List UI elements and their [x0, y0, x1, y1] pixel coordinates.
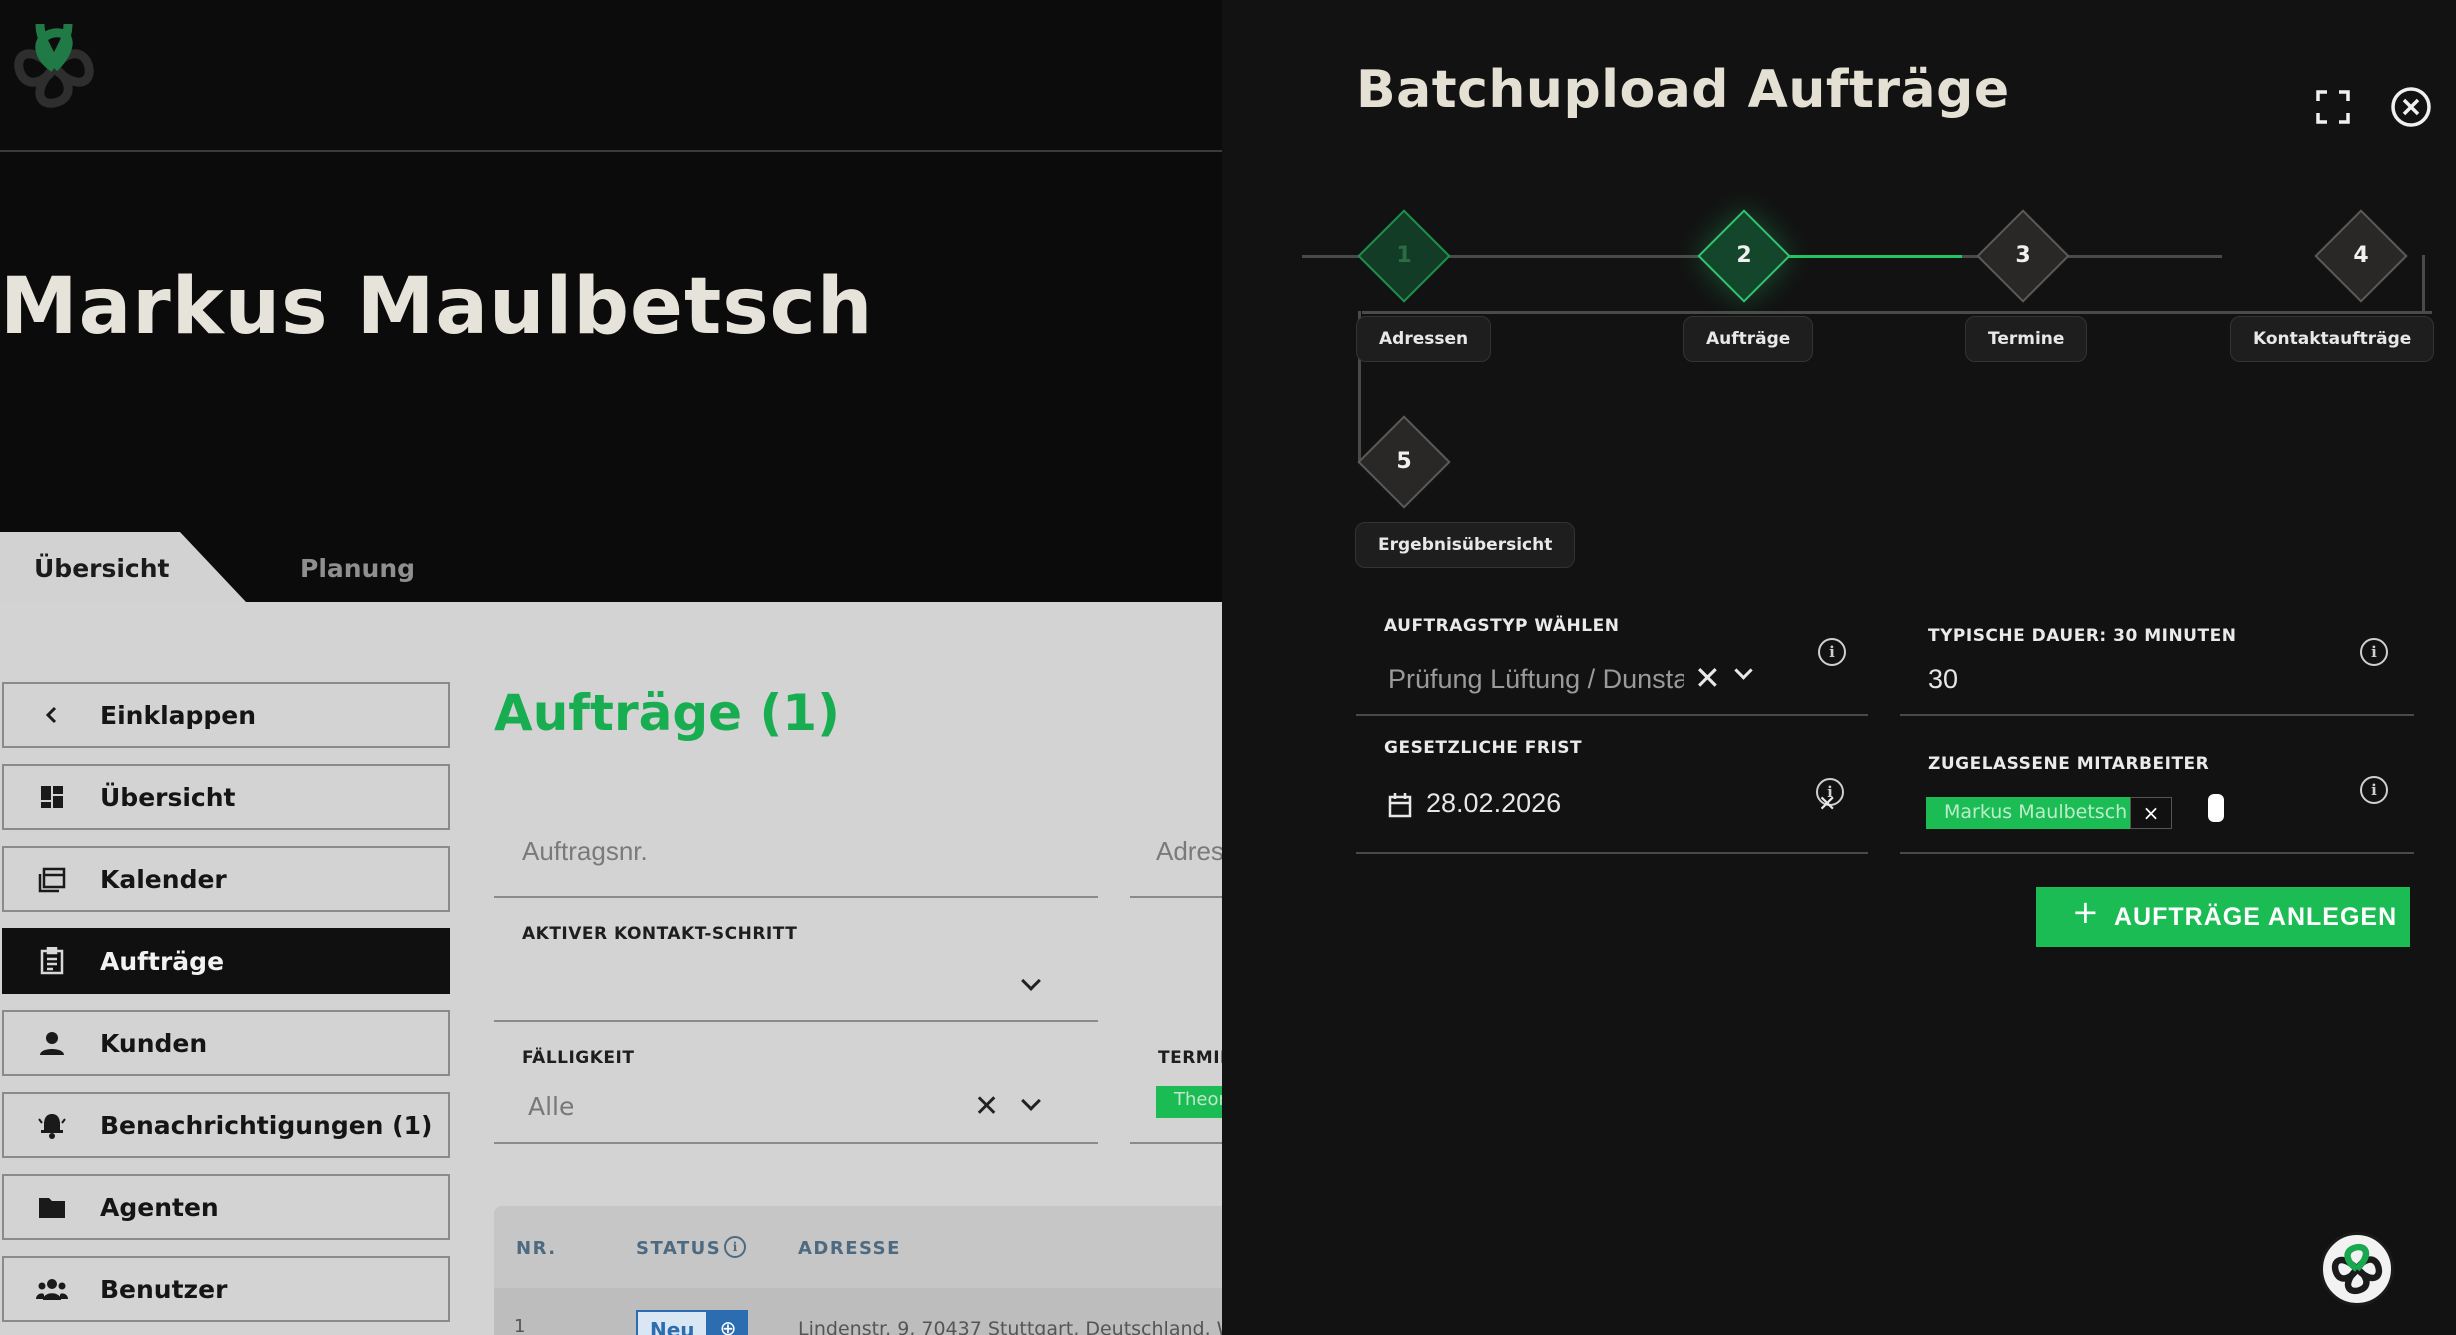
- brand-logo-icon: [14, 23, 94, 108]
- order-type-select[interactable]: AUFTRAGSTYP WÄHLEN Prüfung Lüftung / Dun…: [1356, 600, 1868, 716]
- sidebar-item-label: Benutzer: [100, 1274, 228, 1304]
- column-header-status[interactable]: STATUS: [636, 1238, 721, 1259]
- duration-input[interactable]: TYPISCHE DAUER: 30 MINUTEN 30 i: [1900, 600, 2414, 716]
- column-header-address[interactable]: ADRESSE: [798, 1238, 901, 1259]
- profile-hero: Markus Maulbetsch Übersicht Planung: [0, 152, 1222, 602]
- person-icon: [4, 1030, 100, 1056]
- app-header: [0, 0, 1222, 152]
- tab-planning[interactable]: Planung: [300, 554, 415, 583]
- sidebar-item-overview[interactable]: Übersicht: [2, 764, 450, 830]
- sidebar-item-label: Agenten: [100, 1192, 219, 1222]
- step-2-number: 2: [1736, 243, 1752, 268]
- order-type-label: AUFTRAGSTYP WÄHLEN: [1384, 616, 1620, 636]
- fullscreen-icon[interactable]: [2316, 90, 2350, 124]
- info-icon[interactable]: i: [724, 1236, 746, 1258]
- address-placeholder: Adres: [1156, 836, 1222, 866]
- step-connector-return: [1362, 311, 2432, 314]
- clear-icon[interactable]: ✕: [1818, 794, 1836, 816]
- step-1-label[interactable]: Adressen: [1356, 316, 1492, 362]
- order-number-input[interactable]: Auftragsnr.: [494, 790, 1098, 898]
- batch-upload-panel: Batchupload Aufträge 1 Adressen 2 Aufträ…: [1222, 0, 2456, 1335]
- clear-icon[interactable]: ✕: [974, 1092, 999, 1122]
- sidebar-item-agents[interactable]: Agenten: [2, 1174, 450, 1240]
- step-connector-active: [1782, 255, 1962, 258]
- orders-table: NR. STATUS i ADRESSE 1 Neu ⊕ Lindenstr. …: [494, 1206, 1222, 1335]
- clipboard-icon: [4, 947, 100, 975]
- step-4-label[interactable]: Kontaktaufträge: [2230, 316, 2435, 362]
- sidebar-item-label: Einklappen: [100, 700, 257, 730]
- sidebar-item-label: Kalender: [100, 864, 227, 894]
- calendar-icon: [4, 865, 100, 893]
- due-select[interactable]: FÄLLIGKEIT Alle ✕: [494, 1042, 1098, 1144]
- appointment-chip[interactable]: Theor: [1156, 1086, 1222, 1118]
- dashboard-icon: [4, 784, 100, 810]
- sidebar-item-collapse[interactable]: Einklappen: [2, 682, 450, 748]
- chevron-left-icon: [4, 704, 100, 726]
- deadline-label: GESETZLICHE FRIST: [1384, 738, 1583, 758]
- brand-logo-icon[interactable]: [2320, 1232, 2394, 1306]
- sidebar-item-orders[interactable]: Aufträge: [2, 928, 450, 994]
- sidebar-item-label: Benachrichtigungen (1): [100, 1110, 433, 1140]
- sidebar-item-calendar[interactable]: Kalender: [2, 846, 450, 912]
- employees-label: ZUGELASSENE MITARBEITER: [1928, 754, 2210, 774]
- step-4-number: 4: [2353, 243, 2369, 268]
- contact-step-label: AKTIVER KONTAKT-SCHRITT: [522, 924, 798, 944]
- duration-value: 30: [1928, 664, 1959, 694]
- step-1-number: 1: [1396, 243, 1412, 268]
- info-icon[interactable]: i: [2360, 638, 2388, 666]
- step-connector-return: [2422, 255, 2425, 313]
- calendar-icon[interactable]: [1388, 792, 1412, 818]
- employee-chip-remove-button[interactable]: ×: [2130, 797, 2172, 829]
- table-row[interactable]: 1 Neu ⊕ Lindenstr. 9, 70437 Stuttgart, D…: [494, 1288, 1222, 1335]
- main-content: Einklappen Übersicht Kalender Aufträge K…: [0, 602, 1222, 1335]
- contact-step-select[interactable]: AKTIVER KONTAKT-SCHRITT: [494, 920, 1098, 1022]
- sidebar-item-customers[interactable]: Kunden: [2, 1010, 450, 1076]
- clear-icon[interactable]: ✕: [1694, 662, 1721, 694]
- status-add-icon[interactable]: ⊕: [708, 1310, 748, 1335]
- orders-title: Aufträge (1): [494, 684, 840, 742]
- sidebar-item-users[interactable]: Benutzer: [2, 1256, 450, 1322]
- sidebar-item-notifications[interactable]: Benachrichtigungen (1): [2, 1092, 450, 1158]
- sidebar-item-label: Kunden: [100, 1028, 208, 1058]
- chevron-down-icon[interactable]: [1021, 971, 1041, 991]
- plus-icon: +: [2072, 893, 2099, 931]
- step-5-label[interactable]: Ergebnisübersicht: [1355, 522, 1576, 568]
- due-label: FÄLLIGKEIT: [522, 1048, 635, 1068]
- panel-title: Batchupload Aufträge: [1356, 60, 2010, 120]
- info-icon[interactable]: i: [1818, 638, 1846, 666]
- bell-icon: [4, 1111, 100, 1139]
- toggle-knob[interactable]: [2208, 794, 2224, 822]
- user-name-heading: Markus Maulbetsch: [0, 262, 874, 352]
- close-icon[interactable]: [2390, 86, 2432, 128]
- deadline-date-input[interactable]: GESETZLICHE FRIST 28.02.2026 i ✕: [1356, 722, 1868, 854]
- address-input[interactable]: Adres: [1130, 790, 1222, 898]
- column-header-nr[interactable]: NR.: [516, 1238, 557, 1259]
- row-number: 1: [514, 1316, 526, 1335]
- employees-select[interactable]: ZUGELASSENE MITARBEITER ✕ i: [1900, 722, 2414, 854]
- sidebar-item-label: Aufträge: [100, 946, 225, 976]
- status-badge: Neu: [636, 1310, 708, 1335]
- info-icon[interactable]: i: [2360, 776, 2388, 804]
- row-address: Lindenstr. 9, 70437 Stuttgart, Deutschla…: [798, 1318, 1222, 1335]
- deadline-value: 28.02.2026: [1426, 788, 1562, 818]
- due-value: Alle: [528, 1092, 575, 1121]
- step-3-number: 3: [2015, 243, 2031, 268]
- group-icon: [4, 1277, 100, 1301]
- appointment-label: TERMIN: [1158, 1048, 1222, 1068]
- order-type-value: Prüfung Lüftung / Dunstab:: [1388, 664, 1684, 694]
- folder-icon: [4, 1195, 100, 1219]
- step-2-label[interactable]: Aufträge: [1683, 316, 1814, 362]
- order-number-placeholder: Auftragsnr.: [522, 836, 648, 866]
- chevron-down-icon[interactable]: [1734, 661, 1753, 680]
- sidebar-item-label: Übersicht: [100, 782, 236, 812]
- step-3-label[interactable]: Termine: [1965, 316, 2088, 362]
- tab-overview[interactable]: Übersicht: [0, 532, 246, 602]
- chevron-down-icon[interactable]: [1021, 1091, 1041, 1111]
- duration-label: TYPISCHE DAUER: 30 MINUTEN: [1928, 626, 2237, 646]
- step-5-number: 5: [1396, 449, 1412, 474]
